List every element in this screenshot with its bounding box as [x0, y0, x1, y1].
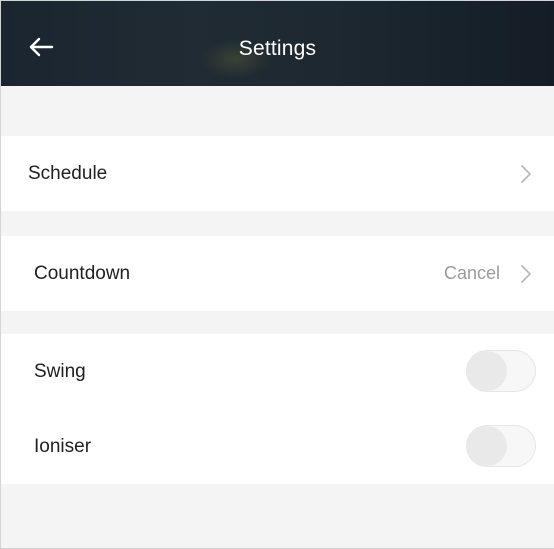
settings-screen: Settings Schedule Countdown Cancel Swing… [0, 0, 554, 549]
countdown-label: Countdown [34, 262, 131, 284]
toggle-group: Swing Ioniser [1, 334, 554, 484]
app-header: Settings [1, 1, 554, 86]
back-button[interactable] [25, 29, 61, 65]
chevron-right-icon [521, 165, 531, 183]
schedule-label: Schedule [28, 162, 108, 184]
ioniser-toggle[interactable] [466, 425, 536, 467]
countdown-row[interactable]: Countdown Cancel [1, 236, 554, 311]
swing-label: Swing [34, 360, 86, 382]
ioniser-label: Ioniser [34, 435, 92, 457]
toggle-knob [467, 426, 507, 466]
chevron-right-icon [521, 265, 531, 283]
toggle-knob [467, 351, 507, 391]
schedule-row[interactable]: Schedule [1, 136, 554, 211]
page-title: Settings [238, 37, 317, 60]
arrow-left-icon [29, 37, 54, 57]
swing-row: Swing [1, 334, 554, 409]
countdown-value: Cancel [443, 263, 500, 283]
ioniser-row: Ioniser [1, 409, 554, 484]
header-background-glow [201, 39, 271, 79]
swing-toggle[interactable] [466, 350, 536, 392]
